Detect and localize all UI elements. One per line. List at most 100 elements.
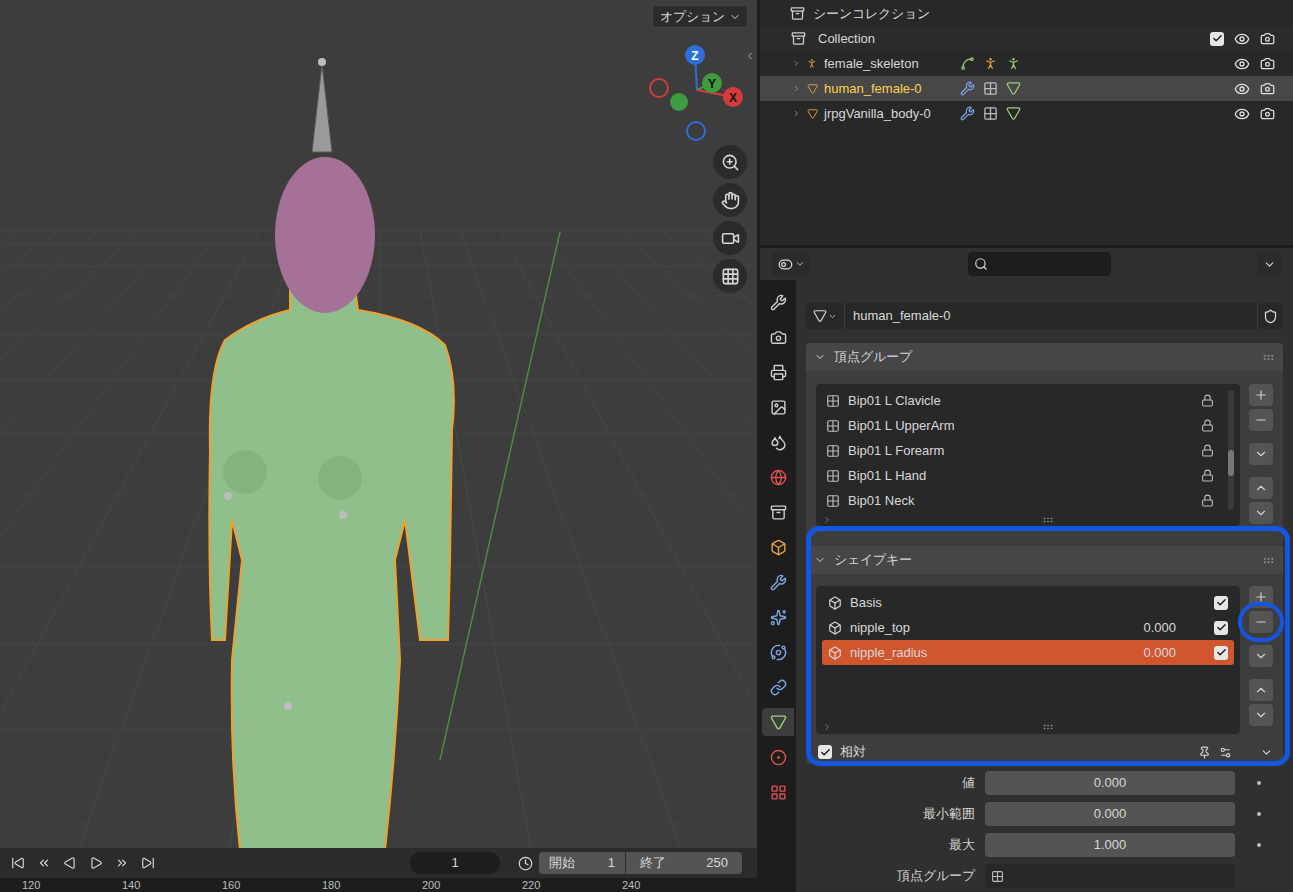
add-button[interactable]: [1249, 384, 1273, 406]
move-up-button[interactable]: [1249, 477, 1273, 499]
relative-checkbox[interactable]: [818, 745, 832, 759]
animate-dot[interactable]: [1257, 781, 1261, 785]
vertex-group-item[interactable]: Bip01 L Hand: [820, 463, 1234, 488]
properties-tab[interactable]: [762, 358, 794, 386]
grip-icon[interactable]: [1262, 351, 1275, 364]
remove-button[interactable]: [1249, 409, 1273, 431]
shape-key-value[interactable]: 0.000: [1126, 643, 1176, 663]
end-frame-field[interactable]: 終了250: [626, 852, 742, 874]
move-down-button[interactable]: [1249, 502, 1273, 524]
resize-grip-icon[interactable]: [1042, 721, 1054, 733]
properties-tab[interactable]: [762, 288, 794, 316]
list-scrollbar[interactable]: [1228, 390, 1234, 510]
start-frame-field[interactable]: 開始1: [539, 852, 625, 874]
properties-tab[interactable]: [762, 778, 794, 806]
filter-toggle-icon[interactable]: [822, 515, 832, 525]
shape-key-item[interactable]: nipple_radius0.000: [822, 640, 1234, 665]
panel-header[interactable]: 頂点グループ: [806, 343, 1283, 371]
eye-icon[interactable]: [1234, 106, 1250, 122]
lock-icon[interactable]: [1201, 419, 1214, 432]
eye-icon[interactable]: [1234, 56, 1250, 72]
outliner-item[interactable]: human_female-0: [760, 76, 1293, 101]
playback-button[interactable]: [136, 852, 160, 874]
pin-icon[interactable]: [1198, 746, 1211, 759]
outliner-item[interactable]: female_skeleton: [760, 51, 1293, 76]
fake-user-button[interactable]: [1257, 303, 1283, 329]
properties-tab[interactable]: [762, 603, 794, 631]
nav-button[interactable]: [713, 183, 747, 217]
properties-tab[interactable]: [762, 533, 794, 561]
playback-button[interactable]: [32, 852, 56, 874]
camera-icon[interactable]: [1260, 56, 1275, 71]
navigation-gizmo[interactable]: ZYX: [640, 35, 750, 150]
properties-tab[interactable]: [762, 463, 794, 491]
shape-key-mute-checkbox[interactable]: [1214, 596, 1228, 610]
viewport-canvas[interactable]: ZYX オプション: [0, 0, 757, 848]
properties-tab[interactable]: [762, 638, 794, 666]
lock-icon[interactable]: [1201, 469, 1214, 482]
expand-icon[interactable]: [792, 108, 801, 119]
chevron-icon[interactable]: [1260, 746, 1273, 759]
playback-button[interactable]: [110, 852, 134, 874]
move-up-button[interactable]: [1249, 679, 1273, 701]
shape-key-mute-checkbox[interactable]: [1214, 621, 1228, 635]
vertex-group-field[interactable]: [985, 864, 1235, 888]
number-field[interactable]: 0.000: [985, 771, 1235, 795]
properties-tab[interactable]: [762, 393, 794, 421]
exclude-checkbox[interactable]: [1210, 32, 1224, 46]
properties-tab[interactable]: [762, 323, 794, 351]
editor-type-button[interactable]: [772, 252, 810, 276]
vertex-group-item[interactable]: Bip01 L UpperArm: [820, 413, 1234, 438]
data-browse-button[interactable]: [806, 303, 844, 329]
number-field[interactable]: 0.000: [985, 802, 1235, 826]
vertex-group-item[interactable]: Bip01 L Clavicle: [820, 388, 1234, 413]
vertex-group-item[interactable]: Bip01 L Forearm: [820, 438, 1234, 463]
current-frame-field[interactable]: 1: [410, 852, 500, 874]
resize-grip-icon[interactable]: [1042, 514, 1054, 526]
properties-tab[interactable]: [762, 673, 794, 701]
eye-icon[interactable]: [1234, 81, 1250, 97]
number-field[interactable]: 1.000: [985, 833, 1235, 857]
properties-tab[interactable]: [762, 428, 794, 456]
lock-icon[interactable]: [1201, 444, 1214, 457]
move-down-button[interactable]: [1249, 704, 1273, 726]
properties-tab[interactable]: [762, 708, 794, 736]
camera-icon[interactable]: [1260, 81, 1275, 96]
properties-tab[interactable]: [762, 498, 794, 526]
expand-icon[interactable]: [792, 83, 801, 94]
shape-key-value[interactable]: 0.000: [1126, 618, 1176, 638]
data-name-field[interactable]: human_female-0: [844, 303, 1257, 329]
lock-icon[interactable]: [1201, 494, 1214, 507]
remove-button[interactable]: [1249, 611, 1273, 633]
clock-icon[interactable]: [518, 856, 533, 871]
search-field[interactable]: [968, 252, 1111, 276]
shape-key-item[interactable]: Basis: [822, 590, 1234, 615]
expand-icon[interactable]: [792, 58, 800, 69]
animate-dot[interactable]: [1257, 843, 1261, 847]
eye-icon[interactable]: [1234, 31, 1250, 47]
specials-button[interactable]: [1249, 645, 1273, 667]
nav-button[interactable]: [713, 145, 747, 179]
sidebar-toggle[interactable]: [744, 50, 756, 62]
properties-tab[interactable]: [762, 743, 794, 771]
nav-button[interactable]: [713, 221, 747, 255]
options-button[interactable]: [1257, 252, 1281, 276]
properties-tab[interactable]: [762, 568, 794, 596]
add-button[interactable]: [1249, 586, 1273, 608]
edit-mode-icon[interactable]: [1219, 746, 1232, 759]
panel-header[interactable]: シェイプキー: [806, 546, 1283, 574]
vertex-group-item[interactable]: Bip01 Neck: [820, 488, 1234, 513]
outliner-item[interactable]: jrpgVanilla_body-0: [760, 101, 1293, 126]
outliner-root[interactable]: シーンコレクション: [760, 1, 1293, 26]
playback-button[interactable]: [6, 852, 30, 874]
filter-toggle-icon[interactable]: [822, 722, 832, 732]
playback-button[interactable]: [84, 852, 108, 874]
camera-icon[interactable]: [1260, 106, 1275, 121]
options-dropdown[interactable]: オプション: [652, 5, 748, 28]
outliner-item[interactable]: Collection: [760, 26, 1293, 51]
shape-key-mute-checkbox[interactable]: [1214, 646, 1228, 660]
animate-dot[interactable]: [1257, 812, 1261, 816]
camera-icon[interactable]: [1260, 31, 1275, 46]
shape-key-item[interactable]: nipple_top0.000: [822, 615, 1234, 640]
nav-button[interactable]: [713, 259, 747, 293]
